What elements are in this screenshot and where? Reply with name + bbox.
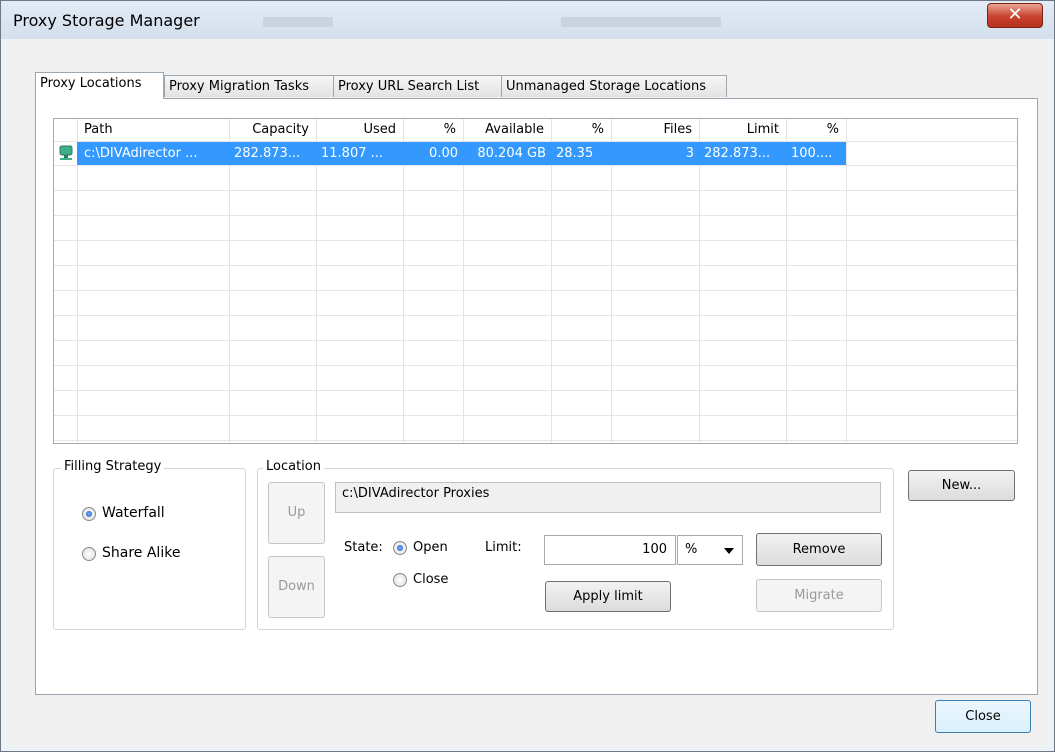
grid-line: [54, 240, 1017, 241]
cell-limit: 282.873...: [704, 146, 771, 161]
tab-proxy-locations[interactable]: Proxy Locations: [35, 72, 164, 99]
tab-label: Proxy Locations: [40, 76, 142, 91]
tab-unmanaged-storage-locations[interactable]: Unmanaged Storage Locations: [501, 75, 727, 97]
share-alike-radio[interactable]: [82, 547, 96, 561]
grid-line: [403, 119, 404, 443]
grid-line: [54, 190, 1017, 191]
cell-available-percent: 28.35: [556, 146, 594, 161]
tab-label: Unmanaged Storage Locations: [506, 79, 706, 94]
cell-used: 11.807 ...: [321, 146, 384, 161]
state-open-radio[interactable]: [393, 541, 407, 555]
grid-line: [54, 165, 1017, 166]
grid-line: [699, 119, 700, 443]
down-button[interactable]: Down: [268, 556, 325, 618]
grid-line: [54, 265, 1017, 266]
waterfall-radio[interactable]: [82, 507, 96, 521]
grid-line: [54, 365, 1017, 366]
up-button[interactable]: Up: [268, 482, 325, 544]
column-header-limit[interactable]: Limit: [699, 119, 779, 141]
column-header-capacity[interactable]: Capacity: [229, 119, 309, 141]
grid-line: [463, 119, 464, 443]
proxy-locations-table[interactable]: Path Capacity Used % Available % Files L…: [53, 118, 1018, 444]
tab-proxy-migration-tasks[interactable]: Proxy Migration Tasks: [164, 75, 334, 97]
grid-line: [54, 290, 1017, 291]
limit-unit-select[interactable]: %: [677, 535, 743, 565]
cell-used-percent: 0.00: [429, 146, 458, 161]
column-header-limit-percent[interactable]: %: [786, 119, 839, 141]
chevron-down-icon: [724, 548, 734, 554]
proxy-locations-panel: Path Capacity Used % Available % Files L…: [35, 98, 1038, 695]
grid-line: [316, 119, 317, 443]
state-close-label: Close: [413, 572, 449, 587]
cell-path: c:\DIVAdirector ...: [84, 146, 198, 161]
title-bar[interactable]: Proxy Storage Manager ✕: [1, 1, 1054, 39]
column-header-used-percent[interactable]: %: [403, 119, 456, 141]
grid-line: [54, 315, 1017, 316]
column-header-used[interactable]: Used: [316, 119, 396, 141]
background-ghost-text: [561, 17, 721, 27]
share-alike-label: Share Alike: [102, 545, 181, 561]
filling-strategy-label: Filling Strategy: [61, 459, 165, 474]
grid-line: [54, 340, 1017, 341]
column-header-available[interactable]: Available: [463, 119, 544, 141]
waterfall-label: Waterfall: [102, 505, 165, 521]
grid-line: [611, 119, 612, 443]
limit-label: Limit:: [485, 540, 522, 555]
column-header-available-percent[interactable]: %: [551, 119, 604, 141]
grid-line: [786, 119, 787, 443]
location-path-field[interactable]: c:\DIVAdirector Proxies: [335, 482, 881, 513]
cell-files: 3: [685, 146, 694, 161]
window-close-button[interactable]: ✕: [987, 3, 1043, 28]
cell-available: 80.204 GB: [477, 146, 546, 161]
grid-line: [77, 119, 78, 443]
limit-value-input[interactable]: 100: [544, 535, 676, 565]
grid-line: [229, 119, 230, 443]
limit-unit-value: %: [685, 542, 698, 557]
tab-label: Proxy Migration Tasks: [169, 79, 309, 94]
window-title: Proxy Storage Manager: [13, 11, 200, 30]
tab-label: Proxy URL Search List: [338, 79, 480, 94]
cell-capacity: 282.873...: [234, 146, 301, 161]
remove-button[interactable]: Remove: [756, 533, 882, 566]
apply-limit-button[interactable]: Apply limit: [545, 581, 671, 612]
grid-line: [54, 390, 1017, 391]
grid-line: [846, 119, 847, 443]
grid-line: [551, 119, 552, 443]
state-label: State:: [344, 540, 383, 555]
filling-strategy-group: Filling Strategy Waterfall Share Alike: [53, 459, 246, 630]
tab-proxy-url-search-list[interactable]: Proxy URL Search List: [333, 75, 502, 97]
column-header-files[interactable]: Files: [611, 119, 692, 141]
grid-line: [54, 215, 1017, 216]
state-close-radio[interactable]: [393, 573, 407, 587]
state-open-label: Open: [413, 540, 448, 555]
location-group: Location Up Down c:\DIVAdirector Proxies…: [257, 459, 894, 630]
grid-line: [54, 440, 1017, 441]
grid-line: [54, 415, 1017, 416]
close-icon: ✕: [1007, 4, 1023, 25]
new-location-button[interactable]: New...: [908, 470, 1015, 501]
storage-drive-icon: [59, 145, 73, 165]
background-ghost-text: [263, 17, 333, 27]
column-header-path[interactable]: Path: [84, 119, 113, 141]
dialog-body: Proxy Locations Proxy Migration Tasks Pr…: [9, 39, 1047, 745]
proxy-storage-manager-window: Proxy Storage Manager ✕ Proxy Locations …: [0, 0, 1055, 752]
close-button[interactable]: Close: [935, 700, 1031, 733]
migrate-button[interactable]: Migrate: [756, 579, 882, 612]
location-label: Location: [263, 459, 324, 474]
cell-limit-percent: 100....: [791, 146, 833, 161]
